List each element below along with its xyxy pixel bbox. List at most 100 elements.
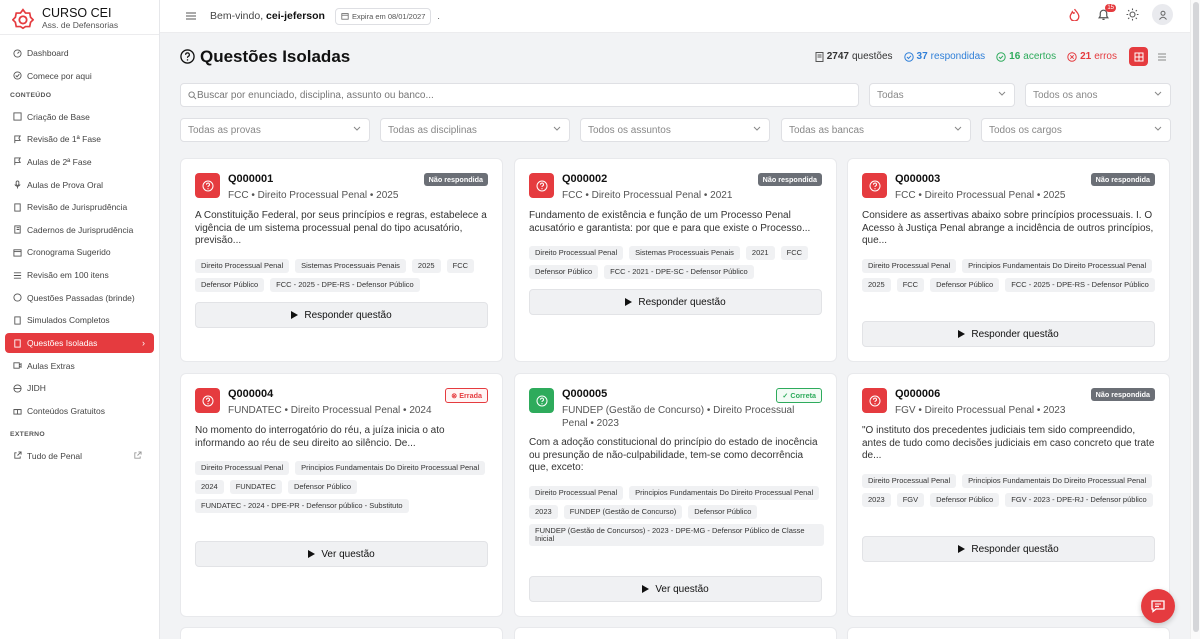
sidebar-item-label: Revisão em 100 itens [27,270,109,281]
sidebar-item-aulas-2-fase[interactable]: Aulas de 2ª Fase [5,152,154,172]
search-input[interactable]: Buscar por enunciado, disciplina, assunt… [180,83,859,107]
tag[interactable]: Direito Processual Penal [529,246,624,260]
subject-select[interactable]: Todas as disciplinas [380,118,570,142]
tag[interactable]: FCC [780,246,809,260]
sidebar-item-dashboard[interactable]: Dashboard [5,43,154,63]
question-card-partial[interactable] [514,627,837,639]
tag[interactable]: Defensor Público [195,278,265,292]
question-card[interactable]: Q000004 FUNDATEC • Direito Processual Pe… [180,373,503,617]
question-card[interactable]: Q000006 FGV • Direito Processual Penal •… [847,373,1170,617]
sidebar-item-start[interactable]: Comece por aqui [5,66,154,86]
tag[interactable]: Principios Fundamentais Do Direito Proce… [295,461,486,475]
answer-question-button[interactable]: Responder questão [862,321,1155,347]
external-link-icon [134,451,142,459]
username: cei-jeferson [266,10,325,22]
topic-select[interactable]: Todos os assuntos [580,118,770,142]
sidebar-item-revisao-jurisprudencia[interactable]: Revisão de Jurisprudência [5,197,154,217]
brand[interactable]: CURSO CEI Ass. de Defensorias [0,0,159,34]
tag[interactable]: FGV - 2023 - DPE-RJ - Defensor público [1005,493,1153,507]
status-badge: ✓ Correta [776,388,822,403]
calendar-icon [12,247,22,257]
tag[interactable]: FUNDATEC [229,480,282,494]
tag[interactable]: Defensor Público [529,265,599,279]
sidebar-item-questoes-passadas[interactable]: Questões Passadas (brinde) [5,288,154,308]
menu-icon[interactable] [186,12,196,20]
tag[interactable]: Direito Processual Penal [862,474,957,488]
question-card[interactable]: Q000003 FCC • Direito Processual Penal •… [847,158,1170,362]
sidebar-item-tudo-de-penal[interactable]: Tudo de Penal [5,446,154,466]
scrollbar-thumb[interactable] [1193,2,1199,632]
board-select[interactable]: Todas as bancas [781,118,971,142]
tag[interactable]: Principios Fundamentais Do Direito Proce… [962,259,1153,273]
chat-button[interactable] [1141,589,1175,623]
tag[interactable]: Principios Fundamentais Do Direito Proce… [629,486,820,500]
question-card[interactable]: Q000001 FCC • Direito Processual Penal •… [180,158,503,362]
question-card-partial[interactable] [180,627,503,639]
sidebar-item-cronograma[interactable]: Cronograma Sugerido [5,242,154,262]
tag[interactable]: 2025 [411,259,441,273]
sidebar-item-label: Conteúdos Gratuitos [27,405,105,416]
tag[interactable]: FUNDATEC - 2024 - DPE-PR - Defensor públ… [195,499,409,513]
tag[interactable]: 2023 [862,493,891,507]
sidebar-item-jidh[interactable]: JIDH [5,378,154,398]
list-view-button[interactable] [1152,47,1171,66]
answer-question-button[interactable]: Responder questão [529,289,822,315]
scrollbar[interactable] [1190,0,1200,639]
button-label: Responder questão [304,309,392,321]
sidebar-item-revisao-100-itens[interactable]: Revisão em 100 itens [5,265,154,285]
grid-view-button[interactable] [1129,47,1148,66]
tag[interactable]: FCC - 2021 - DPE-SC - Defensor Público [604,265,754,279]
tag[interactable]: FUNDEP (Gestão de Concursos) - 2023 - DP… [529,524,824,546]
question-card[interactable]: Q000002 FCC • Direito Processual Penal •… [514,158,837,362]
sidebar-item-cadernos-jurisprudencia[interactable]: Cadernos de Jurisprudência [5,220,154,240]
tag[interactable]: FCC [896,278,925,292]
view-question-button[interactable]: Ver questão [195,541,488,567]
sidebar-item-conteudos-gratuitos[interactable]: Conteúdos Gratuitos [5,401,154,421]
chevron-down-icon [553,126,561,131]
tag[interactable]: Direito Processual Penal [195,461,290,475]
avatar[interactable] [1152,4,1173,25]
position-select[interactable]: Todos os cargos [981,118,1171,142]
tag[interactable]: Direito Processual Penal [529,486,624,500]
tag[interactable]: 2023 [529,505,558,519]
tag[interactable]: Principios Fundamentais Do Direito Proce… [962,474,1153,488]
view-question-button[interactable]: Ver questão [529,576,822,602]
flame-icon[interactable] [1065,6,1083,24]
question-card-partial[interactable] [847,627,1170,639]
answer-question-button[interactable]: Responder questão [195,302,488,328]
tag[interactable]: FCC - 2025 - DPE-RS - Defensor Público [1005,278,1155,292]
sidebar-item-simulados[interactable]: Simulados Completos [5,310,154,330]
stat-answered: 37 respondidas [903,51,985,62]
tag[interactable]: 2024 [195,480,224,494]
sidebar-item-aulas-extras[interactable]: Aulas Extras [5,356,154,376]
theme-toggle-sun-icon[interactable] [1123,6,1141,24]
sidebar-item-criacao-de-base[interactable]: Criação de Base [5,107,154,127]
tag[interactable]: Defensor Público [930,493,1000,507]
brand-name: CURSO CEI [42,6,112,20]
tag[interactable]: Direito Processual Penal [195,259,290,273]
sidebar-item-revisao-1-fase[interactable]: Revisão de 1ª Fase [5,129,154,149]
tag[interactable]: Sistemas Processuais Penais [295,259,406,273]
stat-errors-value: 21 [1080,51,1092,62]
status-select[interactable]: Todas [869,83,1015,107]
tag[interactable]: FGV [896,493,925,507]
tag[interactable]: Defensor Público [930,278,1000,292]
tag[interactable]: Direito Processual Penal [862,259,957,273]
question-card[interactable]: Q000005 FUNDEP (Gestão de Concurso) • Di… [514,373,837,617]
sidebar-item-label: Aulas de Prova Oral [27,179,104,190]
tag[interactable]: FUNDEP (Gestão de Concurso) [563,505,683,519]
exam-select[interactable]: Todas as provas [180,118,370,142]
tag[interactable]: Defensor Público [688,505,758,519]
tag[interactable]: 2025 [862,278,891,292]
year-select[interactable]: Todos os anos [1025,83,1171,107]
tag[interactable]: FCC - 2025 - DPE-RS - Defensor Público [270,278,420,292]
notifications-bell-icon[interactable]: 15 [1094,3,1116,24]
answer-question-button[interactable]: Responder questão [862,536,1155,562]
tag[interactable]: Defensor Público [287,480,358,494]
sidebar-item-prova-oral[interactable]: Aulas de Prova Oral [5,175,154,195]
tag[interactable]: Sistemas Processuais Penais [629,246,740,260]
sidebar-item-questoes-isoladas[interactable]: Questões Isoladas › [5,333,154,354]
year-select-value: Todos os anos [1033,89,1098,101]
tag[interactable]: FCC [446,259,475,273]
tag[interactable]: 2021 [745,246,775,260]
